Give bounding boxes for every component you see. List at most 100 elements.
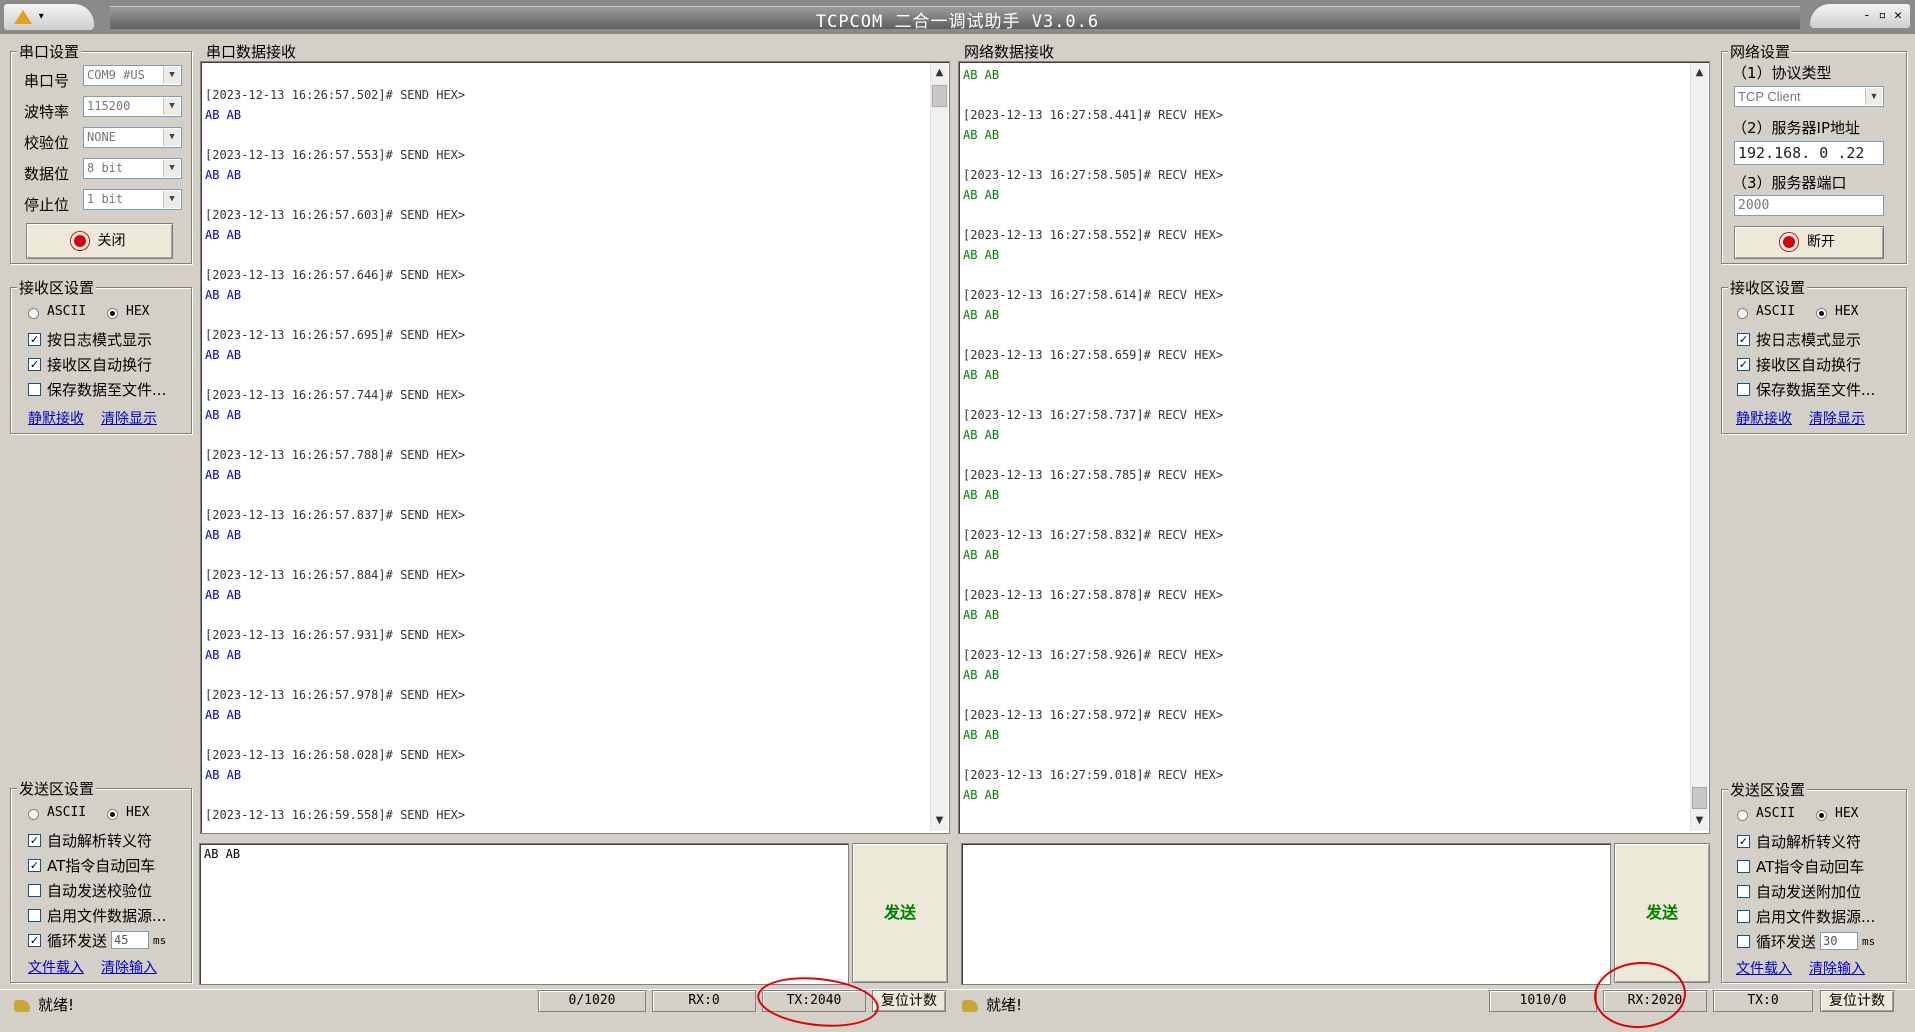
stopbits-label: 停止位 bbox=[24, 196, 70, 214]
serial-close-button[interactable]: 关闭 bbox=[26, 223, 173, 259]
stopbits-select[interactable]: 1 bit ▼ bbox=[83, 189, 182, 210]
serial-ms-label: ms bbox=[153, 934, 167, 947]
baud-select[interactable]: 115200 ▼ bbox=[83, 96, 182, 117]
serial-settings-group: 串口设置 串口号 COM9 #US ▼ 波特率 115200 ▼ 校验位 NONE ▼… bbox=[10, 41, 192, 264]
serial-auto-checksum-checkbox[interactable] bbox=[28, 884, 41, 897]
log-timestamp: [2023-12-13 16:26:57.931]# SEND HEX> bbox=[205, 628, 466, 642]
scroll-up-icon[interactable]: ▲ bbox=[931, 65, 948, 81]
serial-save-file-checkbox[interactable] bbox=[28, 383, 41, 396]
net-recv-hex-label: HEX bbox=[1835, 304, 1859, 319]
serial-send-ascii-label: ASCII bbox=[47, 805, 87, 820]
net-clear-display-link[interactable]: 清除显示 bbox=[1809, 408, 1865, 428]
log-data: AB AB bbox=[963, 788, 1000, 802]
log-timestamp: [2023-12-13 16:26:57.553]# SEND HEX> bbox=[205, 148, 466, 162]
serial-at-return-label: AT指令自动回车 bbox=[47, 857, 156, 875]
net-log-mode-checkbox[interactable]: ✓ bbox=[1737, 333, 1750, 346]
serial-load-file-link[interactable]: 文件载入 bbox=[28, 957, 84, 977]
log-timestamp: [2023-12-13 16:26:58.028]# SEND HEX> bbox=[205, 748, 466, 762]
scroll-thumb[interactable] bbox=[932, 85, 947, 107]
serial-recv-scrollbar[interactable]: ▲ ▼ bbox=[930, 63, 948, 831]
net-loop-interval-input[interactable]: 30 bbox=[1820, 932, 1858, 950]
net-auto-append-checkbox[interactable] bbox=[1737, 885, 1750, 898]
net-load-file-link[interactable]: 文件载入 bbox=[1736, 958, 1792, 978]
serial-reset-count-button[interactable]: 复位计数 bbox=[872, 990, 946, 1012]
net-at-return-label: AT指令自动回车 bbox=[1756, 858, 1865, 876]
protocol-select[interactable]: TCP Client ▼ bbox=[1734, 86, 1884, 107]
serial-send-button[interactable]: 发送 bbox=[852, 843, 948, 983]
net-auto-append-label: 自动发送附加位 bbox=[1756, 883, 1862, 901]
serial-send-ascii-radio[interactable] bbox=[28, 809, 39, 820]
net-auto-escape-checkbox[interactable]: ✓ bbox=[1737, 835, 1750, 848]
net-disconnect-button[interactable]: 断开 bbox=[1734, 226, 1884, 259]
serial-at-return-checkbox[interactable]: ✓ bbox=[28, 859, 41, 872]
serial-settings-title: 串口设置 bbox=[17, 41, 82, 62]
log-data: AB AB bbox=[205, 768, 242, 782]
net-send-ascii-radio[interactable] bbox=[1737, 810, 1748, 821]
scroll-down-icon[interactable]: ▼ bbox=[931, 813, 948, 829]
net-settings-group: 网络设置 （1）协议类型 TCP Client ▼ （2）服务器IP地址 192.… bbox=[1721, 41, 1907, 264]
serial-file-source-checkbox[interactable] bbox=[28, 909, 41, 922]
net-reset-count-button[interactable]: 复位计数 bbox=[1820, 990, 1894, 1012]
log-data: AB AB bbox=[963, 308, 1000, 322]
serial-send-hex-radio[interactable] bbox=[107, 809, 118, 820]
serial-silent-recv-link[interactable]: 静默接收 bbox=[28, 408, 84, 428]
scroll-thumb[interactable] bbox=[1692, 787, 1707, 809]
net-auto-escape-label: 自动解析转义符 bbox=[1756, 833, 1862, 851]
serial-recv-ascii-radio[interactable] bbox=[28, 308, 39, 319]
net-clear-input-link[interactable]: 清除输入 bbox=[1809, 958, 1865, 978]
serial-log-mode-label: 按日志模式显示 bbox=[47, 331, 153, 349]
window-controls[interactable]: - ▫ ✕ bbox=[1810, 4, 1910, 28]
serial-file-source-label: 启用文件数据源... bbox=[47, 907, 167, 925]
net-send-settings-group: 发送区设置 ASCII HEX ✓ 自动解析转义符 AT指令自动回车 自动发送附… bbox=[1721, 779, 1907, 983]
serial-clear-input-link[interactable]: 清除输入 bbox=[101, 957, 157, 977]
port-select[interactable]: COM9 #US ▼ bbox=[83, 65, 182, 86]
server-ip-input[interactable]: 192.168. 0 .22 bbox=[1734, 141, 1884, 165]
log-timestamp: [2023-12-13 16:26:57.695]# SEND HEX> bbox=[205, 328, 466, 342]
net-recv-hex-radio[interactable] bbox=[1816, 308, 1827, 319]
log-timestamp: [2023-12-13 16:27:58.614]# RECV HEX> bbox=[963, 288, 1224, 302]
scroll-down-icon[interactable]: ▼ bbox=[1691, 813, 1708, 829]
serial-loop-send-checkbox[interactable]: ✓ bbox=[28, 934, 41, 947]
log-timestamp: [2023-12-13 16:27:58.552]# RECV HEX> bbox=[963, 228, 1224, 242]
serial-loop-interval-input[interactable]: 45 bbox=[111, 931, 149, 949]
net-recv-ascii-radio[interactable] bbox=[1737, 308, 1748, 319]
net-recv-title: 网络数据接收 bbox=[964, 43, 1055, 61]
net-tx-count: TX:0 bbox=[1713, 990, 1813, 1012]
serial-send-input[interactable]: AB AB bbox=[199, 843, 849, 985]
log-timestamp: [2023-12-13 16:27:58.878]# RECV HEX> bbox=[963, 588, 1224, 602]
serial-loop-send-label: 循环发送 bbox=[47, 932, 108, 950]
log-timestamp: [2023-12-13 16:26:57.646]# SEND HEX> bbox=[205, 268, 466, 282]
net-at-return-checkbox[interactable] bbox=[1737, 860, 1750, 873]
log-timestamp: [2023-12-13 16:26:57.502]# SEND HEX> bbox=[205, 88, 466, 102]
log-timestamp: [2023-12-13 16:27:59.018]# RECV HEX> bbox=[963, 768, 1224, 782]
net-send-input[interactable] bbox=[961, 843, 1611, 985]
net-silent-recv-link[interactable]: 静默接收 bbox=[1736, 408, 1792, 428]
serial-clear-display-link[interactable]: 清除显示 bbox=[101, 408, 157, 428]
net-recv-scrollbar[interactable]: ▲ ▼ bbox=[1690, 63, 1708, 831]
stop-icon bbox=[73, 235, 86, 247]
log-timestamp: [2023-12-13 16:27:58.926]# RECV HEX> bbox=[963, 648, 1224, 662]
net-file-source-checkbox[interactable] bbox=[1737, 910, 1750, 923]
net-auto-wrap-checkbox[interactable]: ✓ bbox=[1737, 358, 1750, 371]
serial-rx-count: RX:0 bbox=[652, 990, 756, 1012]
server-port-input[interactable]: 2000 bbox=[1734, 195, 1884, 216]
parity-select[interactable]: NONE ▼ bbox=[83, 127, 182, 148]
net-recv-pane[interactable]: ▲ ▼ AB AB [2023-12-13 16:27:58.441]# RECV… bbox=[958, 61, 1710, 834]
serial-byte-count: 0/1020 bbox=[538, 990, 646, 1012]
log-timestamp: [2023-12-13 16:27:58.505]# RECV HEX> bbox=[963, 168, 1224, 182]
log-data: AB AB bbox=[205, 348, 242, 362]
serial-recv-hex-radio[interactable] bbox=[107, 308, 118, 319]
serial-auto-wrap-checkbox[interactable]: ✓ bbox=[28, 358, 41, 371]
databits-select[interactable]: 8 bit ▼ bbox=[83, 158, 182, 179]
log-data: AB AB bbox=[205, 468, 242, 482]
net-save-file-checkbox[interactable] bbox=[1737, 383, 1750, 396]
scroll-up-icon[interactable]: ▲ bbox=[1691, 65, 1708, 81]
net-send-hex-radio[interactable] bbox=[1816, 810, 1827, 821]
serial-log-mode-checkbox[interactable]: ✓ bbox=[28, 333, 41, 346]
chevron-down-icon: ▼ bbox=[163, 160, 180, 177]
serial-send-content: AB AB bbox=[204, 847, 241, 861]
net-send-button[interactable]: 发送 bbox=[1614, 843, 1710, 983]
serial-auto-escape-checkbox[interactable]: ✓ bbox=[28, 834, 41, 847]
serial-recv-pane[interactable]: ▲ ▼ [2023-12-13 16:26:57.502]# SEND HEX>… bbox=[200, 61, 950, 834]
net-loop-send-checkbox[interactable] bbox=[1737, 935, 1750, 948]
